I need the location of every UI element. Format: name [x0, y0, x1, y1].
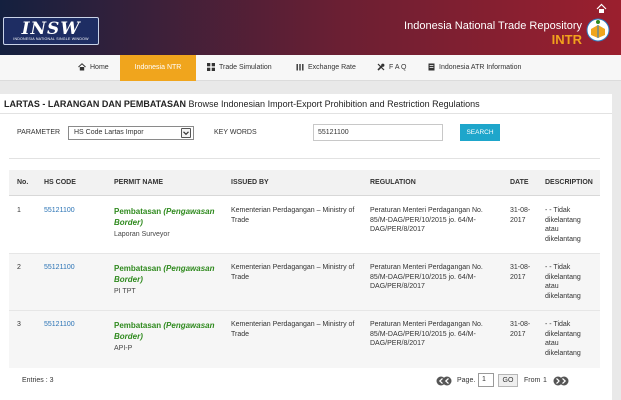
col-issued-by: ISSUED BY — [231, 179, 269, 186]
row-no: 2 — [17, 264, 21, 271]
row-description: - - Tidak dikelantang atau dikelantang — [545, 321, 581, 357]
row-hs-code-link[interactable]: 55121100 — [44, 320, 75, 330]
page-number-value: 1 — [482, 376, 486, 383]
col-hs-code: HS CODE — [44, 179, 76, 186]
next-last-page-icon[interactable] — [553, 376, 569, 386]
row-date: 31-08-2017 — [510, 264, 531, 281]
row-regulation: Peraturan Menteri Perdagangan No. 85/M-D… — [370, 321, 483, 347]
row-permit: Pembatasan (Pengawasan Border) API-P — [114, 320, 224, 354]
row-no: 1 — [17, 207, 21, 214]
permit-main: Pembatasan — [114, 264, 162, 273]
intr-emblem-icon — [586, 18, 610, 42]
row-regulation: Peraturan Menteri Perdagangan No. 85/M-D… — [370, 264, 483, 290]
home-link-icon[interactable] — [596, 3, 607, 14]
col-no: No. — [17, 179, 29, 186]
nav-home[interactable]: Home — [78, 55, 109, 81]
from-label: From — [524, 377, 541, 384]
chevron-down-icon[interactable] — [181, 128, 191, 138]
row-issued-by: Kementerian Perdagangan – Ministry of Tr… — [231, 264, 355, 281]
logo-subtitle: INDONESIA NATIONAL SINGLE WINDOW — [13, 37, 89, 41]
col-date: DATE — [510, 179, 529, 186]
page-title-rest: Browse Indonesian Import-Export Prohibit… — [188, 99, 480, 109]
row-description: - - Tidak dikelantang atau dikelantang — [545, 264, 581, 300]
nav-indonesia-atr[interactable]: Indonesia ATR Information — [428, 55, 521, 81]
table-row: 3 55121100 Pembatasan (Pengawasan Border… — [9, 311, 600, 368]
row-date: 31-08-2017 — [510, 207, 531, 224]
keywords-input-value: 55121100 — [318, 129, 349, 136]
parameter-label: PARAMETER — [17, 129, 61, 136]
nav-indonesia-ntr[interactable]: Indonesia NTR — [120, 55, 196, 81]
permit-subtitle: PI TPT — [114, 288, 136, 295]
row-no: 3 — [17, 321, 21, 328]
table-row: 2 55121100 Pembatasan (Pengawasan Border… — [9, 254, 600, 311]
form-divider — [9, 158, 600, 159]
row-hs-code-link[interactable]: 55121100 — [44, 263, 75, 273]
page-label: Page. — [457, 377, 476, 384]
table-row: 1 55121100 Pembatasan (Pengawasan Border… — [9, 197, 600, 254]
first-prev-page-icon[interactable] — [436, 376, 452, 386]
nav-exchange-rate-label: Exchange Rate — [308, 64, 356, 71]
wrench-icon — [377, 63, 385, 71]
nav-faq[interactable]: F A Q — [377, 55, 407, 81]
grid-icon — [207, 63, 215, 72]
permit-title: Pembatasan (Pengawasan Border) — [114, 206, 224, 228]
nav-home-label: Home — [90, 64, 109, 71]
document-icon — [428, 63, 435, 71]
row-hs-code-link[interactable]: 55121100 — [44, 206, 75, 216]
row-regulation: Peraturan Menteri Perdagangan No. 85/M-D… — [370, 207, 483, 233]
permit-main: Pembatasan — [114, 321, 162, 330]
permit-title: Pembatasan (Pengawasan Border) — [114, 263, 224, 285]
page-title-bold: LARTAS - LARANGAN DAN PEMBATASAN — [4, 99, 186, 109]
col-regulation: REGULATION — [370, 179, 416, 186]
nav-exchange-rate[interactable]: Exchange Rate — [296, 55, 356, 81]
permit-subtitle: Laporan Surveyor — [114, 231, 170, 238]
row-permit: Pembatasan (Pengawasan Border) PI TPT — [114, 263, 224, 297]
site-acronym: INTR — [551, 32, 582, 47]
keywords-label: KEY WORDS — [214, 129, 257, 136]
nav-faq-label: F A Q — [389, 64, 407, 71]
main-nav: Home Indonesia NTR Trade Simulation Exch… — [0, 55, 621, 81]
keywords-input[interactable]: 55121100 — [313, 124, 443, 141]
nav-indonesia-atr-label: Indonesia ATR Information — [439, 64, 522, 71]
site-header: INSW INDONESIA NATIONAL SINGLE WINDOW In… — [0, 0, 621, 55]
parameter-select[interactable]: HS Code Lartas Impor — [68, 126, 194, 140]
col-description: DESCRIPTION — [545, 179, 593, 186]
insw-logo[interactable]: INSW INDONESIA NATIONAL SINGLE WINDOW — [3, 17, 99, 45]
row-description: - - Tidak dikelantang atau dikelantang — [545, 207, 581, 243]
entries-count: Entries : 3 — [22, 377, 54, 384]
total-pages: 1 — [543, 377, 547, 384]
site-title: Indonesia National Trade Repository — [404, 20, 582, 32]
page-title: LARTAS - LARANGAN DAN PEMBATASAN Browse … — [4, 99, 480, 109]
go-button[interactable]: GO — [498, 374, 518, 387]
bars-icon — [296, 64, 304, 71]
parameter-select-value: HS Code Lartas Impor — [74, 129, 144, 136]
table-header: No. HS CODE PERMIT NAME ISSUED BY REGULA… — [9, 170, 600, 196]
col-permit-name: PERMIT NAME — [114, 179, 163, 186]
row-date: 31-08-2017 — [510, 321, 531, 338]
row-issued-by: Kementerian Perdagangan – Ministry of Tr… — [231, 321, 355, 338]
title-divider — [0, 113, 612, 114]
nav-trade-simulation[interactable]: Trade Simulation — [207, 55, 272, 81]
row-issued-by: Kementerian Perdagangan – Ministry of Tr… — [231, 207, 355, 224]
home-icon — [78, 63, 86, 71]
permit-title: Pembatasan (Pengawasan Border) — [114, 320, 224, 342]
row-permit: Pembatasan (Pengawasan Border) Laporan S… — [114, 206, 224, 240]
permit-main: Pembatasan — [114, 207, 162, 216]
nav-trade-simulation-label: Trade Simulation — [219, 64, 272, 71]
permit-subtitle: API-P — [114, 345, 133, 352]
search-button[interactable]: SEARCH — [460, 124, 500, 141]
nav-indonesia-ntr-label: Indonesia NTR — [134, 64, 182, 71]
page-number-input[interactable]: 1 — [478, 373, 494, 387]
logo-text: INSW — [21, 19, 81, 39]
